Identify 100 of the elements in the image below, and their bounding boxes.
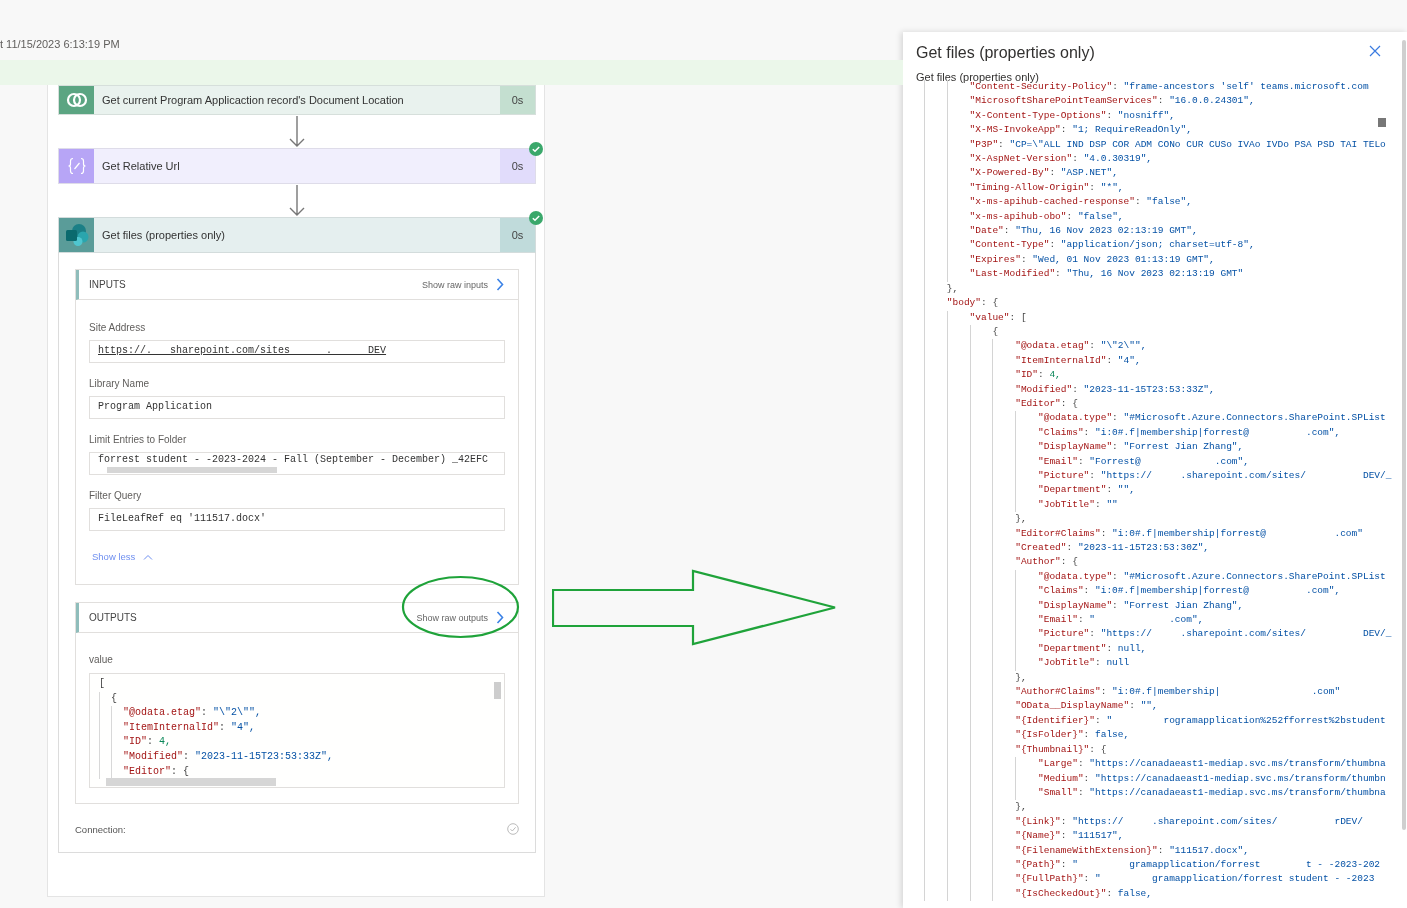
code-line: "P3P": "CP=\"ALL IND DSP COR ADM CONo CUR CUSo IVAo IVDo PSA PSD TAI TELo [924,137,1407,153]
field-label: Library Name [89,378,151,390]
code-line: "Email": " .com", [924,613,1407,628]
chevron-right-icon [496,278,504,291]
chevron-right-icon [496,611,504,624]
input-field[interactable]: forrest student - -2023-2024 - Fall (September - December) _42EFC [89,452,505,475]
code-line: "Small": "https://canadaeast1-mediap.svc.ms/transform/thumbna [924,785,1407,801]
action-header[interactable]: Get current Program Applicaction record's Document Location 0s [58,85,536,115]
code-line: "@odata.etag": "\"2\"", [924,339,1407,354]
code-line: "Picture": "https:// .sharepoint.com/sites/ DEV/_ [924,627,1407,642]
code-line: "{FilenameWithExtension}": "111517.docx", [924,843,1407,858]
code-line: "Picture": "https:// .sharepoint.com/sites/ DEV/_ [924,468,1407,484]
panel-title: Get files (properties only) [916,43,1095,63]
code-line: }, [924,800,1407,815]
code-line: "Editor": { [924,396,1407,412]
braces-icon [67,157,86,175]
action-header[interactable]: Get files (properties only) 0s [58,217,536,253]
code-line: { [99,691,490,707]
code-line: { [924,324,1407,340]
code-line: "Expires": "Wed, 01 Nov 2023 01:13:19 GMT", [924,252,1407,268]
section-title: OUTPUTS [89,612,137,623]
code-line: "ID": 4, [99,735,490,750]
code-line: [ [99,677,106,691]
code-line: "Author": { [924,555,1407,570]
code-line: "X-Content-Type-Options": "nosniff", [924,108,1407,124]
arrow-connector [289,185,305,216]
code-line: "Email": "Forrest@ .com", [924,454,1407,469]
code-line: "JobTitle": "" [924,497,1407,513]
action-title: Get files (properties only) [101,228,226,243]
close-button[interactable] [1368,45,1382,59]
code-line: "MicrosoftSharePointTeamServices": "16.0.0.24301", [924,94,1407,109]
arrow-connector [289,116,305,147]
code-line: "Department": null, [924,641,1407,657]
code-line: "body": { [924,296,1407,311]
code-line: "{Name}": "111517", [924,829,1407,844]
show-raw-link[interactable]: Show raw outputs [416,611,504,624]
code-line: "{Link}": "https:// .sharepoint.com/sites/ rDEV/ [924,814,1407,830]
section-title: INPUTS [89,279,126,290]
input-field[interactable]: Program Application [89,396,505,419]
code-line: "@odata.type": "#Microsoft.Azure.Connectors.SharePoint.SPList [924,569,1407,585]
code-line: }, [924,670,1407,686]
code-line: "{Path}": " gramapplication/forrest t - -2023-202 [924,857,1407,873]
scrollbar-thumb[interactable] [1402,40,1406,830]
code-line: "{IsFolder}": false, [924,728,1407,743]
code-line: "Modified": "2023-11-15T23:53:33Z", [924,382,1407,397]
code-line: "{Identifier}": " rogramapplication%252fforrest%2bstudent [924,713,1407,729]
code-line: "Claims": "i:0#.f|membership|forrest@ .com", [924,425,1407,441]
action-title: Get current Program Applicaction record's Document Location [101,93,405,108]
show-raw-link[interactable]: Show raw inputs [421,278,504,291]
code-line: "Editor#Claims": "i:0#.f|membership|forrest@ .com" [924,526,1407,541]
code-line: "Created": "2023-11-15T23:53:30Z", [924,541,1407,556]
code-line: }, [924,512,1407,527]
connection-label: Connection: [75,823,126,835]
code-line: "OData__DisplayName": "", [924,699,1407,714]
field-label: Limit Entries to Folder [89,434,188,446]
code-line: "x-ms-apihub-cached-response": "false", [924,195,1407,210]
code-line: "Content-Type": "application/json; charset=utf-8", [924,238,1407,253]
code-line: "JobTitle": null [924,656,1407,671]
duration-label: 0s [500,218,535,252]
code-line: "Timing-Allow-Origin": "*", [924,180,1407,196]
code-line: "Last-Modified": "Thu, 16 Nov 2023 02:13:19 GMT" [924,267,1407,282]
input-field[interactable]: FileLeafRef eq '111517.docx' [89,508,505,531]
code-line: "Medium": "https://canadaeast1-mediap.svc.ms/transform/thumbn [924,771,1407,786]
check-circle-icon [507,823,519,835]
output-label: value [89,654,114,666]
scrollbar-thumb[interactable] [106,778,276,786]
code-line: "@odata.etag": "\"2\"", [99,706,490,721]
code-line: "DisplayName": "Forrest Jian Zhang", [924,440,1407,455]
input-field[interactable]: https://. sharepoint.com/sites . DEV [89,340,505,363]
code-line: "Department": "", [924,483,1407,498]
code-line: "@odata.type": "#Microsoft.Azure.Connectors.SharePoint.SPList [924,411,1407,426]
swirl-icon [65,92,88,108]
code-line: "value": [ [924,310,1407,325]
code-line: "Modified": "2023-11-15T23:53:33Z", [99,749,490,765]
code-line: "{FullPath}": " gramapplication/forrest student - -2023 [924,872,1407,887]
duration-label: 0s [500,149,535,183]
chevron-up-icon [143,554,154,560]
code-line: "ItemInternalId": "4", [99,720,490,736]
code-line: "Large": "https://canadaeast1-mediap.svc.ms/transform/thumbna [924,757,1407,772]
code-line: }, [924,281,1407,297]
action-header[interactable]: Get Relative Url 0s [58,148,536,184]
scrollbar-thumb[interactable] [1378,118,1386,127]
code-line: "Date": "Thu, 16 Nov 2023 02:13:19 GMT", [924,224,1407,239]
code-line: "X-AspNet-Version": "4.0.30319", [924,152,1407,167]
code-line: "x-ms-apihub-obo": "false", [924,209,1407,225]
code-line: "X-MS-InvokeApp": "1; RequireReadOnly", [924,123,1407,138]
scrollbar-thumb[interactable] [494,682,501,699]
code-line: "ID": 4, [924,368,1407,383]
code-line: "DisplayName": "Forrest Jian Zhang", [924,598,1407,614]
field-label: Filter Query [89,490,143,502]
run-timestamp: t 11/15/2023 6:13:19 PM [0,37,121,52]
action-title: Get Relative Url [101,159,181,174]
code-line: "{Thumbnail}": { [924,742,1407,758]
code-line: "Claims": "i:0#.f|membership|forrest@ .com", [924,584,1407,599]
scrollbar-thumb[interactable] [107,467,277,473]
field-label: Site Address [89,322,147,334]
code-line: "X-Powered-By": "ASP.NET", [924,166,1407,181]
code-line: "Author#Claims": "i:0#.f|membership| .com" [924,685,1407,700]
duration-label: 0s [500,86,535,114]
code-line: "{IsCheckedOut}": false, [924,886,1407,902]
